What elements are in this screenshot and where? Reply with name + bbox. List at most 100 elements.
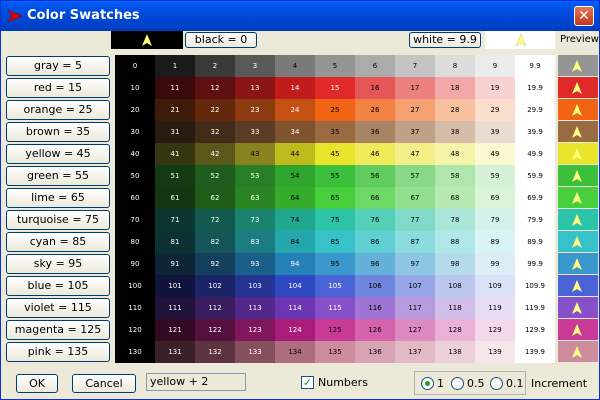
swatch-cell[interactable]: 72 bbox=[195, 209, 235, 231]
swatch-cell[interactable]: 4 bbox=[275, 55, 315, 77]
swatch-cell[interactable]: 85 bbox=[315, 231, 355, 253]
swatch-cell[interactable]: 59 bbox=[475, 165, 515, 187]
swatch-cell[interactable]: 43 bbox=[235, 143, 275, 165]
swatch-cell[interactable]: 29.9 bbox=[515, 99, 555, 121]
swatch-cell[interactable]: 96 bbox=[355, 253, 395, 275]
swatch-cell[interactable]: 104 bbox=[275, 275, 315, 297]
swatch-cell[interactable]: 16 bbox=[355, 77, 395, 99]
swatch-cell[interactable]: 50 bbox=[115, 165, 155, 187]
swatch-cell[interactable]: 70 bbox=[115, 209, 155, 231]
swatch-cell[interactable]: 10 bbox=[115, 77, 155, 99]
swatch-cell[interactable]: 3 bbox=[235, 55, 275, 77]
swatch-cell[interactable]: 123 bbox=[235, 319, 275, 341]
swatch-cell[interactable]: 115 bbox=[315, 297, 355, 319]
swatch-cell[interactable]: 100 bbox=[115, 275, 155, 297]
swatch-cell[interactable]: 20 bbox=[115, 99, 155, 121]
color-family-button[interactable]: violet = 115 bbox=[6, 298, 110, 318]
swatch-cell[interactable]: 76 bbox=[355, 209, 395, 231]
swatch-cell[interactable]: 80 bbox=[115, 231, 155, 253]
swatch-cell[interactable]: 117 bbox=[395, 297, 435, 319]
swatch-cell[interactable]: 107 bbox=[395, 275, 435, 297]
swatch-cell[interactable]: 57 bbox=[395, 165, 435, 187]
color-family-button[interactable]: gray = 5 bbox=[6, 56, 110, 76]
swatch-cell[interactable]: 114 bbox=[275, 297, 315, 319]
swatch-cell[interactable]: 49.9 bbox=[515, 143, 555, 165]
color-family-button[interactable]: turquoise = 75 bbox=[6, 210, 110, 230]
color-family-button[interactable]: sky = 95 bbox=[6, 254, 110, 274]
swatch-cell[interactable]: 137 bbox=[395, 341, 435, 363]
swatch-cell[interactable]: 34 bbox=[275, 121, 315, 143]
swatch-cell[interactable]: 71 bbox=[155, 209, 195, 231]
swatch-cell[interactable]: 109 bbox=[475, 275, 515, 297]
swatch-cell[interactable]: 125 bbox=[315, 319, 355, 341]
swatch-cell[interactable]: 74 bbox=[275, 209, 315, 231]
swatch-cell[interactable]: 19 bbox=[475, 77, 515, 99]
swatch-cell[interactable]: 37 bbox=[395, 121, 435, 143]
close-button[interactable]: ✕ bbox=[574, 6, 594, 26]
swatch-cell[interactable]: 41 bbox=[155, 143, 195, 165]
swatch-cell[interactable]: 42 bbox=[195, 143, 235, 165]
swatch-cell[interactable]: 48 bbox=[435, 143, 475, 165]
color-expression-field[interactable]: yellow + 2 bbox=[146, 373, 246, 391]
swatch-cell[interactable]: 119 bbox=[475, 297, 515, 319]
swatch-cell[interactable]: 30 bbox=[115, 121, 155, 143]
swatch-cell[interactable]: 38 bbox=[435, 121, 475, 143]
swatch-cell[interactable]: 59.9 bbox=[515, 165, 555, 187]
swatch-cell[interactable]: 79 bbox=[475, 209, 515, 231]
swatch-cell[interactable]: 139.9 bbox=[515, 341, 555, 363]
swatch-cell[interactable]: 27 bbox=[395, 99, 435, 121]
swatch-cell[interactable]: 103 bbox=[235, 275, 275, 297]
swatch-cell[interactable]: 53 bbox=[235, 165, 275, 187]
cancel-button[interactable]: Cancel bbox=[72, 374, 136, 393]
swatch-cell[interactable]: 101 bbox=[155, 275, 195, 297]
swatch-cell[interactable]: 94 bbox=[275, 253, 315, 275]
swatch-cell[interactable]: 126 bbox=[355, 319, 395, 341]
swatch-cell[interactable]: 130 bbox=[115, 341, 155, 363]
swatch-cell[interactable]: 21 bbox=[155, 99, 195, 121]
swatch-cell[interactable]: 9 bbox=[475, 55, 515, 77]
swatch-cell[interactable]: 29 bbox=[475, 99, 515, 121]
swatch-cell[interactable]: 45 bbox=[315, 143, 355, 165]
color-family-button[interactable]: brown = 35 bbox=[6, 122, 110, 142]
swatch-cell[interactable]: 129.9 bbox=[515, 319, 555, 341]
numbers-checkbox[interactable]: ✓ bbox=[301, 376, 314, 389]
swatch-cell[interactable]: 13 bbox=[235, 77, 275, 99]
swatch-cell[interactable]: 26 bbox=[355, 99, 395, 121]
swatch-cell[interactable]: 99.9 bbox=[515, 253, 555, 275]
color-family-button[interactable]: green = 55 bbox=[6, 166, 110, 186]
increment-radio-0-5[interactable] bbox=[451, 377, 464, 390]
swatch-cell[interactable]: 51 bbox=[155, 165, 195, 187]
swatch-cell[interactable]: 133 bbox=[235, 341, 275, 363]
swatch-cell[interactable]: 11 bbox=[155, 77, 195, 99]
swatch-cell[interactable]: 17 bbox=[395, 77, 435, 99]
swatch-cell[interactable]: 91 bbox=[155, 253, 195, 275]
swatch-cell[interactable]: 90 bbox=[115, 253, 155, 275]
swatch-cell[interactable]: 69.9 bbox=[515, 187, 555, 209]
swatch-cell[interactable]: 44 bbox=[275, 143, 315, 165]
swatch-cell[interactable]: 1 bbox=[155, 55, 195, 77]
swatch-cell[interactable]: 136 bbox=[355, 341, 395, 363]
swatch-cell[interactable]: 139 bbox=[475, 341, 515, 363]
swatch-cell[interactable]: 112 bbox=[195, 297, 235, 319]
color-family-button[interactable]: magenta = 125 bbox=[6, 320, 110, 340]
swatch-cell[interactable]: 32 bbox=[195, 121, 235, 143]
swatch-cell[interactable]: 86 bbox=[355, 231, 395, 253]
swatch-cell[interactable]: 15 bbox=[315, 77, 355, 99]
swatch-cell[interactable]: 95 bbox=[315, 253, 355, 275]
color-family-button[interactable]: orange = 25 bbox=[6, 100, 110, 120]
swatch-cell[interactable]: 55 bbox=[315, 165, 355, 187]
swatch-cell[interactable]: 93 bbox=[235, 253, 275, 275]
increment-radio-1[interactable] bbox=[421, 377, 434, 390]
swatch-cell[interactable]: 62 bbox=[195, 187, 235, 209]
swatch-cell[interactable]: 23 bbox=[235, 99, 275, 121]
swatch-cell[interactable]: 24 bbox=[275, 99, 315, 121]
swatch-cell[interactable]: 78 bbox=[435, 209, 475, 231]
swatch-cell[interactable]: 19.9 bbox=[515, 77, 555, 99]
swatch-cell[interactable]: 88 bbox=[435, 231, 475, 253]
swatch-cell[interactable]: 124 bbox=[275, 319, 315, 341]
swatch-cell[interactable]: 47 bbox=[395, 143, 435, 165]
swatch-cell[interactable]: 75 bbox=[315, 209, 355, 231]
swatch-cell[interactable]: 60 bbox=[115, 187, 155, 209]
swatch-cell[interactable]: 129 bbox=[475, 319, 515, 341]
swatch-cell[interactable]: 66 bbox=[355, 187, 395, 209]
